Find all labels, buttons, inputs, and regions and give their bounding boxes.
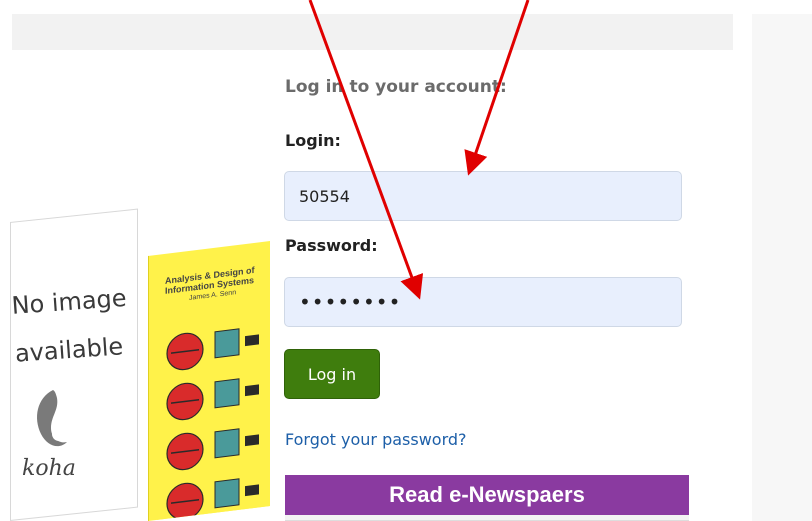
read-enewspapers-banner[interactable]: Read e-Newspaers (285, 475, 689, 515)
book-cover-art (157, 310, 270, 521)
password-input[interactable] (284, 277, 682, 327)
banner-strip (285, 515, 689, 521)
no-image-text: No image available (10, 273, 146, 378)
login-input[interactable] (284, 171, 682, 221)
koha-wordmark: koha (22, 456, 76, 481)
login-label: Login: (285, 131, 341, 150)
forgot-password-link[interactable]: Forgot your password? (285, 430, 467, 449)
book-cover[interactable]: Analysis & Design of Information Systems… (148, 241, 270, 521)
login-heading: Log in to your account: (285, 77, 507, 97)
login-button[interactable]: Log in (284, 349, 380, 399)
koha-logo-icon (37, 390, 67, 447)
right-sidebar (752, 14, 812, 521)
no-image-line-1: No image (10, 283, 128, 320)
password-label: Password: (285, 236, 378, 255)
no-image-line-2: available (14, 332, 125, 368)
top-bar (12, 14, 733, 50)
